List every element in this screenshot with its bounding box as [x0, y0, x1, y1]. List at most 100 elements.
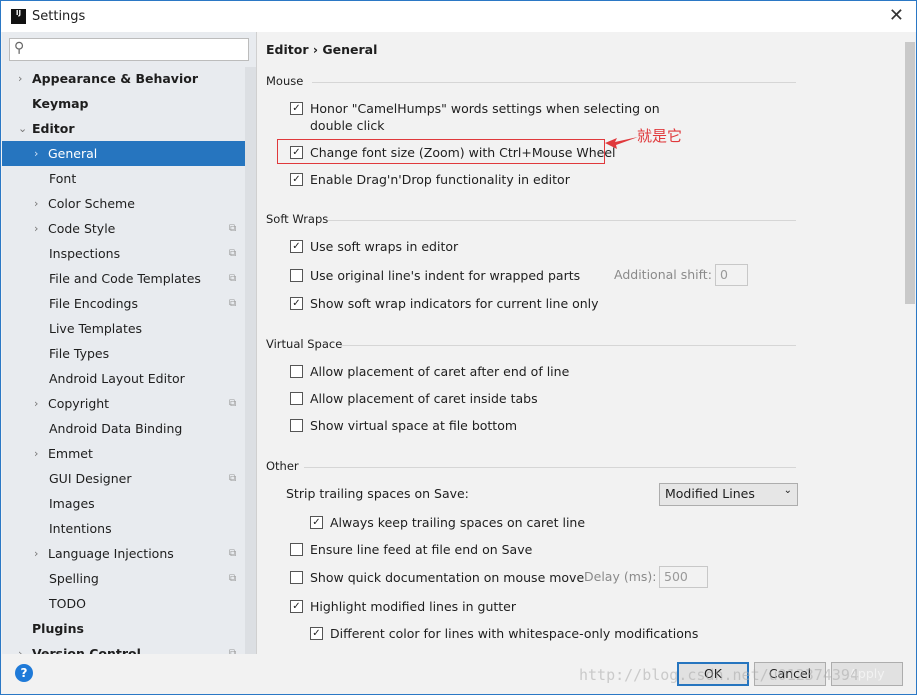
additional-shift-input[interactable]: 0 [715, 264, 748, 286]
chevron-down-icon[interactable]: ⌄ [18, 116, 27, 141]
sidebar-item-label: Color Scheme [48, 196, 135, 211]
option-label: Show virtual space at file bottom [310, 418, 518, 433]
sidebar-item-language-injections[interactable]: › Language Injections ⧉ [2, 541, 256, 566]
sidebar-item-label: GUI Designer [49, 471, 132, 486]
sidebar-item-keymap[interactable]: Keymap [2, 91, 256, 116]
checkbox[interactable] [290, 543, 303, 556]
chevron-right-icon[interactable]: › [34, 441, 38, 466]
sidebar-item-file-types[interactable]: File Types [2, 341, 256, 366]
option-label: Enable Drag'n'Drop functionality in edit… [310, 172, 570, 187]
sidebar-item-inspections[interactable]: Inspections ⧉ [2, 241, 256, 266]
sidebar-scrollbar[interactable] [245, 67, 256, 654]
sidebar-item-color-scheme[interactable]: › Color Scheme [2, 191, 256, 216]
option-different-color-for-lines-with-whitespac[interactable]: ✓ Different color for lines with whitespa… [310, 625, 698, 642]
sidebar-item-code-style[interactable]: › Code Style ⧉ [2, 216, 256, 241]
search-input[interactable]: ⚲ [9, 38, 249, 61]
sidebar-item-copyright[interactable]: › Copyright ⧉ [2, 391, 256, 416]
sidebar-item-live-templates[interactable]: Live Templates [2, 316, 256, 341]
checkbox[interactable]: ✓ [310, 627, 323, 640]
intellij-logo-icon: IJ [11, 9, 26, 24]
delay-input[interactable]: 500 [659, 566, 708, 588]
window-title: Settings [32, 9, 86, 24]
option-enable-drag-n-drop-functionality-in-edit[interactable]: ✓ Enable Drag'n'Drop functionality in edi… [290, 171, 570, 188]
option-label: Honor "CamelHumps" words settings when s… [310, 101, 660, 133]
checkbox[interactable]: ✓ [290, 297, 303, 310]
sidebar-item-label: Intentions [49, 521, 112, 536]
project-scope-icon: ⧉ [229, 548, 237, 559]
option-allow-placement-of-caret-after-end-of-li[interactable]: Allow placement of caret after end of li… [290, 363, 569, 380]
chevron-right-icon[interactable]: › [34, 141, 38, 166]
annotation-text: 就是它 [637, 127, 683, 145]
close-icon[interactable]: ✕ [889, 5, 904, 26]
sidebar-item-label: Version Control [32, 646, 141, 654]
sidebar-item-images[interactable]: Images [2, 491, 256, 516]
sidebar-item-label: Editor [32, 121, 75, 136]
option-use-original-line-s-indent-for-wrapped-p[interactable]: Use original line's indent for wrapped p… [290, 267, 580, 284]
sidebar-item-intentions[interactable]: Intentions [2, 516, 256, 541]
sidebar-item-label: File and Code Templates [49, 271, 201, 286]
project-scope-icon: ⧉ [229, 298, 237, 309]
option-show-soft-wrap-indicators-for-current-li[interactable]: ✓ Show soft wrap indicators for current l… [290, 295, 599, 312]
highlight-box [277, 139, 605, 164]
option-label: Use soft wraps in editor [310, 239, 459, 254]
option-label: Always keep trailing spaces on caret lin… [330, 515, 586, 530]
option-show-quick-documentation-on-mouse-move[interactable]: Show quick documentation on mouse move [290, 569, 584, 586]
checkbox[interactable] [290, 269, 303, 282]
sidebar-item-todo[interactable]: TODO [2, 591, 256, 616]
settings-panel: Editor › General Mouse Soft Wraps Virtua… [256, 32, 916, 654]
project-scope-icon: ⧉ [229, 223, 237, 234]
sidebar-item-version-control[interactable]: › Version Control ⧉ [2, 641, 256, 654]
sidebar-item-file-encodings[interactable]: File Encodings ⧉ [2, 291, 256, 316]
option-use-soft-wraps-in-editor[interactable]: ✓ Use soft wraps in editor [290, 238, 458, 255]
chevron-right-icon[interactable]: › [34, 391, 38, 416]
sidebar-item-label: Code Style [48, 221, 116, 236]
search-icon: ⚲ [14, 40, 25, 56]
option-honor-camelhumps-words-settings-when-sel[interactable]: ✓ Honor "CamelHumps" words settings when … [290, 100, 660, 134]
sidebar-item-editor[interactable]: ⌄ Editor [2, 116, 256, 141]
strip-trailing-select[interactable]: Modified Lines ⌄ [659, 483, 798, 506]
chevron-right-icon[interactable]: › [34, 191, 38, 216]
sidebar-item-appearance-behavior[interactable]: › Appearance & Behavior [2, 66, 256, 91]
option-ensure-line-feed-at-file-end-on-save[interactable]: Ensure line feed at file end on Save [290, 541, 532, 558]
sidebar-item-label: TODO [49, 596, 86, 611]
sidebar-item-font[interactable]: Font [2, 166, 256, 191]
dialog-footer: ? OK Cancel Apply http://blog.csdn.net/u… [2, 654, 916, 694]
chevron-right-icon[interactable]: › [34, 216, 38, 241]
section-mouse: Mouse [266, 74, 796, 88]
checkbox[interactable] [290, 571, 303, 584]
chevron-right-icon[interactable]: › [18, 66, 22, 91]
checkbox[interactable]: ✓ [290, 102, 303, 115]
project-scope-icon: ⧉ [229, 648, 237, 654]
chevron-right-icon[interactable]: › [34, 541, 38, 566]
option-show-virtual-space-at-file-bottom[interactable]: Show virtual space at file bottom [290, 417, 517, 434]
sidebar-item-gui-designer[interactable]: GUI Designer ⧉ [2, 466, 256, 491]
checkbox[interactable] [290, 365, 303, 378]
panel-scrollbar[interactable] [905, 42, 915, 304]
sidebar-item-general[interactable]: › General [2, 141, 256, 166]
sidebar-item-android-layout-editor[interactable]: Android Layout Editor [2, 366, 256, 391]
option-label: Different color for lines with whitespac… [330, 626, 699, 641]
checkbox[interactable]: ✓ [290, 600, 303, 613]
sidebar-item-label: Inspections [49, 246, 121, 261]
option-label: Allow placement of caret inside tabs [310, 391, 538, 406]
sidebar-item-emmet[interactable]: › Emmet [2, 441, 256, 466]
checkbox[interactable] [290, 392, 303, 405]
option-allow-placement-of-caret-inside-tabs[interactable]: Allow placement of caret inside tabs [290, 390, 538, 407]
settings-sidebar: ⚲ › Appearance & Behavior Keymap ⌄ Editor › Ge… [2, 32, 256, 654]
delay-label: Delay (ms): [584, 569, 657, 584]
checkbox[interactable]: ✓ [310, 516, 323, 529]
sidebar-item-spelling[interactable]: Spelling ⧉ [2, 566, 256, 591]
checkbox[interactable]: ✓ [290, 240, 303, 253]
sidebar-item-plugins[interactable]: Plugins [2, 616, 256, 641]
option-label: Show quick documentation on mouse move [310, 570, 585, 585]
sidebar-item-android-data-binding[interactable]: Android Data Binding [2, 416, 256, 441]
sidebar-item-file-and-code-templates[interactable]: File and Code Templates ⧉ [2, 266, 256, 291]
checkbox[interactable]: ✓ [290, 173, 303, 186]
checkbox[interactable] [290, 419, 303, 432]
sidebar-item-label: Keymap [32, 96, 89, 111]
chevron-right-icon[interactable]: › [18, 641, 22, 654]
option-always-keep-trailing-spaces-on-caret-lin[interactable]: ✓ Always keep trailing spaces on caret li… [310, 514, 585, 531]
help-icon[interactable]: ? [15, 664, 33, 682]
option-highlight-modified-lines-in-gutter[interactable]: ✓ Highlight modified lines in gutter [290, 598, 516, 615]
watermark: http://blog.csdn.net/u012374394 [579, 666, 859, 684]
